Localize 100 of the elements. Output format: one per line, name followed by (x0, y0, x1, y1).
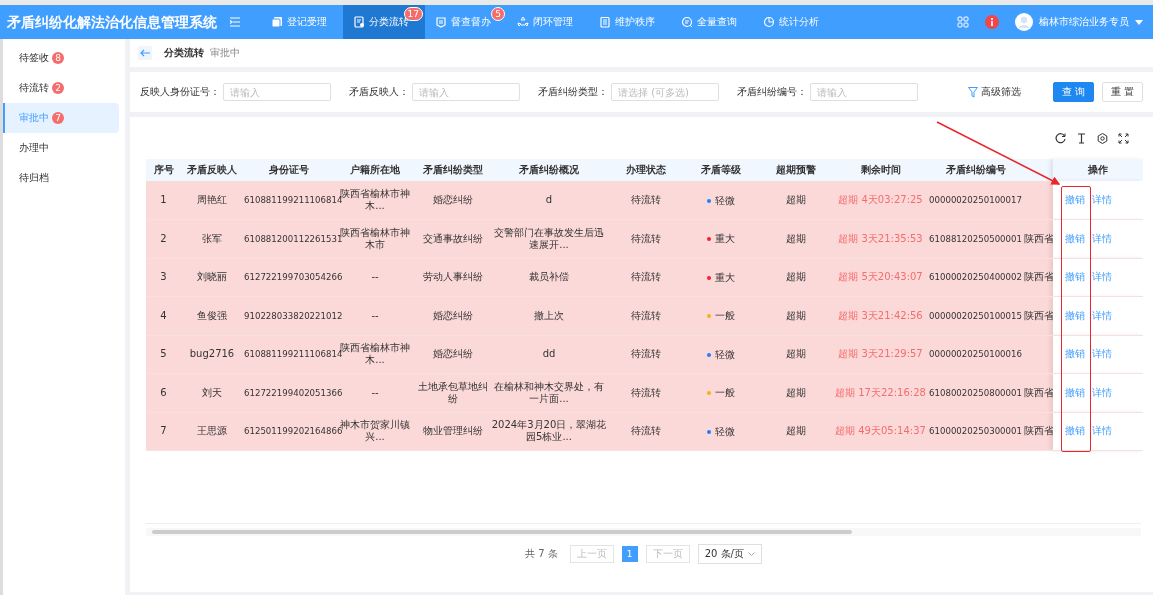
nav-tab[interactable]: 统计分析 (753, 5, 835, 39)
revoke-link[interactable]: 撤销 (1065, 271, 1085, 283)
sidebar-item[interactable]: 待归档 (3, 163, 119, 193)
table-cell: 61000020250400002 (929, 272, 1022, 283)
reset-button[interactable]: 重 置 (1101, 82, 1143, 102)
level-text: 轻微 (714, 194, 735, 207)
table-cell: 612722199703054266 (244, 272, 343, 283)
input-field[interactable]: 请选择 (可多选) (611, 83, 719, 101)
table-cell: 王思源 (197, 425, 227, 437)
table-cell: 超期 3天21:42:56 (838, 309, 923, 321)
page-size-select[interactable]: 20 条/页 (697, 544, 762, 564)
nav-tab[interactable]: 维护秩序 (589, 5, 671, 39)
table-cell: 超期 5天20:43:07 (838, 271, 923, 283)
count-badge: 2 (52, 82, 64, 94)
page-button[interactable]: 1 (621, 546, 638, 562)
details-link[interactable]: 详情 (1092, 271, 1112, 283)
count-badge: 7 (52, 112, 64, 124)
level-text: 轻微 (714, 425, 735, 438)
table-cell: 在榆林和神木交界处，有一片面... (494, 380, 604, 404)
revoke-link[interactable]: 撤销 (1065, 194, 1085, 205)
input-field[interactable]: 请输入 (412, 83, 520, 101)
details-link[interactable]: 详情 (1092, 425, 1112, 437)
refresh-icon (1055, 133, 1066, 144)
nav-tab[interactable]: 闭环管理 (507, 5, 589, 39)
sidebar-item[interactable]: 办理中 (3, 133, 119, 163)
sidebar-item[interactable]: 审批中 7 (3, 103, 119, 133)
level-text: 重大 (714, 233, 735, 246)
revoke-link[interactable]: 撤销 (1065, 348, 1085, 360)
column-header: 矛盾纠纷编号 (928, 159, 1023, 181)
search-icon (681, 16, 693, 28)
user-menu[interactable]: 榆林市综治业务专员 (1039, 15, 1153, 29)
pie-chart-icon (763, 16, 775, 28)
column-header: 操作 (1053, 159, 1143, 181)
column-header: 矛盾纠纷类型 (415, 159, 490, 181)
column-header: 矛盾反映人 (181, 159, 243, 181)
field-label: 矛盾反映人： (349, 85, 409, 99)
info-icon (985, 15, 999, 29)
details-link[interactable]: 详情 (1092, 232, 1112, 244)
table-cell: 超期 3天21:35:53 (838, 232, 923, 244)
revoke-link[interactable]: 撤销 (1065, 386, 1085, 398)
nav-tab[interactable]: 全量查询 (671, 5, 753, 39)
revoke-link[interactable]: 撤销 (1065, 232, 1085, 244)
table-cell: 超期 (785, 348, 806, 360)
caret-icon (1135, 19, 1143, 25)
table-cell: 超期 (785, 425, 806, 437)
column-header: 矛盾等级 (683, 159, 758, 181)
table-cell: 612722199402051366 (244, 387, 343, 398)
app-title: 矛盾纠纷化解法治化信息管理系统 (6, 13, 218, 32)
table-cell: 2024年3月20日，翠湖花园5栋业... (491, 419, 607, 443)
level-text: 一般 (714, 387, 735, 400)
fullscreen-icon (1118, 133, 1129, 144)
revoke-link[interactable]: 撤销 (1065, 309, 1085, 321)
details-link[interactable]: 详情 (1092, 386, 1112, 398)
breadcrumb-link[interactable]: 分类流转 (164, 46, 204, 60)
level-text: 一般 (714, 310, 735, 323)
column-header: 户籍所在地 (335, 159, 415, 181)
search-button[interactable]: 查 询 (1052, 82, 1094, 102)
table-cell: d (545, 194, 553, 205)
table-cell: 陕西省 (1024, 232, 1053, 244)
table-cell: 婚恋纠纷 (432, 194, 473, 205)
table-cell: 待流转 (630, 271, 661, 283)
details-link[interactable]: 详情 (1092, 194, 1112, 205)
table-cell: 1 (160, 194, 167, 205)
shield-icon (435, 16, 447, 28)
table-cell: 陕西省 (1024, 425, 1053, 437)
nav-tab[interactable]: 督查督办 5 (425, 5, 507, 39)
column-header: 办理状态 (608, 159, 683, 181)
nav-tab[interactable]: 登记受理 (261, 5, 343, 39)
menu-icon (229, 17, 241, 27)
filter-icon (967, 86, 978, 98)
table-cell: 00000020250100016 (929, 349, 1022, 360)
field-label: 矛盾纠纷类型： (538, 85, 608, 99)
table-cell: 超期 (785, 232, 806, 244)
input-field[interactable]: 请输入 (223, 83, 331, 101)
table-cell: 2 (160, 232, 167, 244)
details-link[interactable]: 详情 (1092, 348, 1112, 360)
table-cell: 土地承包草地纠纷 (417, 380, 488, 404)
table-cell: 910228033820221012 (244, 310, 343, 321)
sidebar-item[interactable]: 待签收 8 (3, 43, 119, 73)
back-button[interactable] (138, 46, 152, 60)
level-text: 重大 (714, 271, 735, 284)
details-link[interactable]: 详情 (1092, 309, 1112, 321)
revoke-link[interactable]: 撤销 (1065, 425, 1085, 437)
table-cell: 张军 (202, 232, 222, 244)
column-header: 矛盾纠纷概况 (490, 159, 608, 181)
field-label: 矛盾纠纷编号： (737, 85, 807, 99)
table-cell: 61088120250500001 (929, 233, 1022, 244)
sidebar-item[interactable]: 待流转 2 (3, 73, 119, 103)
input-field[interactable]: 请输入 (810, 83, 918, 101)
table-cell: 超期 4天03:27:25 (838, 194, 923, 205)
table-cell: 超期 49天05:14:37 (835, 425, 926, 437)
table-cell: -- (371, 271, 379, 283)
table-cell: 超期 (785, 194, 806, 205)
table-cell: 待流转 (630, 309, 661, 321)
documents-icon (271, 16, 283, 28)
table-cell: 超期 3天21:29:57 (838, 348, 923, 360)
table-cell: 陕西省 (1024, 271, 1053, 283)
table-cell: 陕西省 (1024, 386, 1053, 398)
advanced-filter-link[interactable]: 高级筛选 (967, 85, 1021, 99)
table-cell: 待流转 (630, 194, 661, 205)
